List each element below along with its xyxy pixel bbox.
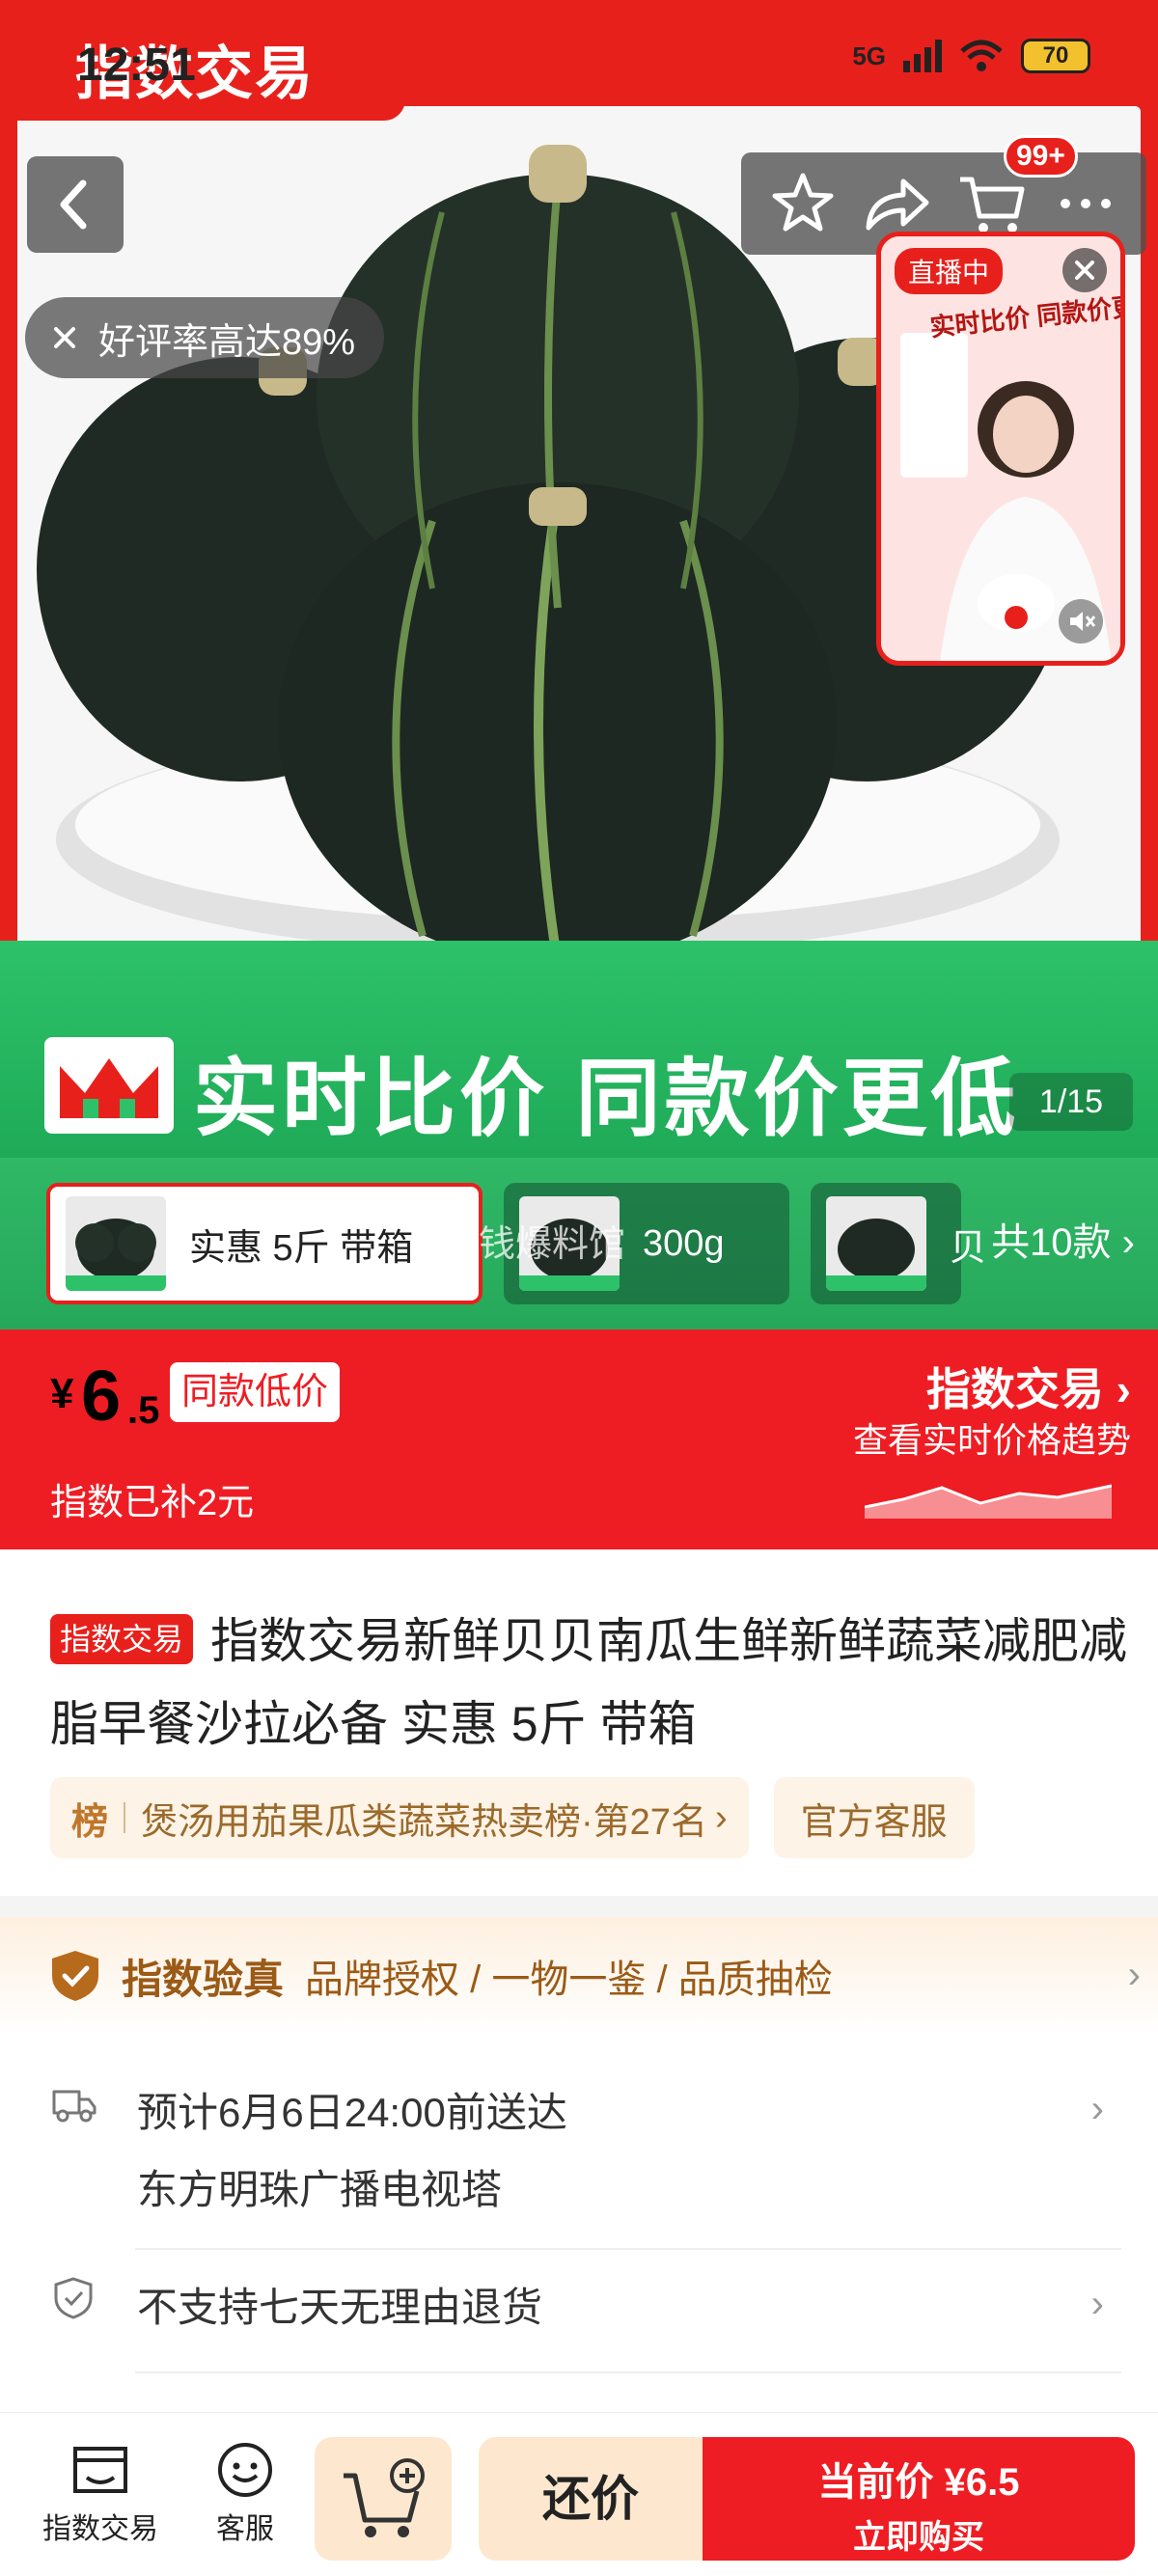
chevron-right-icon: › xyxy=(1090,2283,1104,2325)
back-button[interactable] xyxy=(27,156,124,253)
add-to-cart-button[interactable] xyxy=(315,2437,452,2561)
sku-label: 300g xyxy=(643,1222,725,1264)
section-divider xyxy=(0,1896,1158,1917)
returns-row[interactable]: 不支持七天无理由退货 › xyxy=(50,2269,1121,2346)
delivery-address: 东方明珠广播电视塔 xyxy=(137,2167,503,2212)
cart-count-badge: 99+ xyxy=(1004,135,1078,178)
review-rate-text: 好评率高达89% xyxy=(98,321,356,363)
sku-label: 贝 xyxy=(950,1227,987,1269)
sku-more-label: 共10款 xyxy=(991,1221,1112,1264)
status-icons: 5G 70 xyxy=(852,39,1090,73)
status-time: 12:51 xyxy=(77,40,196,91)
cart-icon[interactable] xyxy=(956,170,1028,237)
network-label: 5G xyxy=(852,41,886,70)
price-currency: ¥ xyxy=(50,1370,74,1417)
price-decimal: .5 xyxy=(127,1389,160,1432)
product-title: 指数交易 指数交易新鲜贝贝南瓜生鲜新鲜蔬菜减肥减脂早餐沙拉必备 实惠 5斤 带箱 xyxy=(50,1600,1131,1766)
authenticity-row[interactable]: 指数验真 品牌授权 / 一物一鉴 / 品质抽检 › xyxy=(0,1917,1158,2035)
live-stream-card[interactable]: 直播中 实时比价 同款价更低 xyxy=(876,232,1125,666)
chat-face-icon xyxy=(218,2443,272,2497)
product-tags-row: 榜 煲汤用茄果瓜类蔬菜热卖榜·第27名 › 官方客服 xyxy=(50,1777,975,1858)
sku-thumbnail xyxy=(66,1196,166,1291)
sku-thumbnail xyxy=(826,1196,926,1291)
authenticity-title: 指数验真 xyxy=(122,1956,285,2002)
live-tag: 直播中 xyxy=(895,248,1004,294)
star-favorite-icon[interactable] xyxy=(769,170,837,237)
price-trend-subtitle: 查看实时价格趋势 xyxy=(852,1420,1131,1460)
store-icon xyxy=(73,2447,127,2493)
share-icon[interactable] xyxy=(861,170,932,237)
review-rate-pill[interactable]: 好评率高达89% xyxy=(25,297,385,378)
delivery-row[interactable]: 预计6月6日24:00前送达 东方明珠广播电视塔 › xyxy=(50,2074,1121,2229)
current-price-label: 当前价 ¥6.5 xyxy=(817,2461,1020,2504)
chevron-right-icon: › xyxy=(1090,2088,1104,2130)
close-icon[interactable] xyxy=(50,323,79,352)
same-style-low-price-badge: 同款低价 xyxy=(170,1362,341,1422)
rank-text: 煲汤用茄果瓜类蔬菜热卖榜·第27名 xyxy=(141,1801,707,1843)
ranking-tag[interactable]: 榜 煲汤用茄果瓜类蔬菜热卖榜·第27名 › xyxy=(50,1777,749,1858)
speaker-muted-icon xyxy=(1070,612,1096,631)
rank-divider xyxy=(124,1802,126,1833)
price-integer: 6 xyxy=(81,1356,122,1436)
close-icon xyxy=(1075,260,1094,280)
battery-indicator: 70 xyxy=(1021,39,1090,73)
delivery-truck-icon xyxy=(52,2090,96,2123)
service-label: 客服 xyxy=(216,2513,274,2545)
price-trend-sparkline-icon xyxy=(865,1484,1112,1519)
customer-service-button[interactable]: 客服 xyxy=(178,2441,313,2547)
buy-now-button[interactable]: 当前价 ¥6.5 立即购买 xyxy=(703,2437,1135,2561)
add-cart-icon xyxy=(344,2458,425,2537)
title-badge: 指数交易 xyxy=(50,1614,194,1664)
authenticity-desc: 品牌授权 / 一物一鉴 / 品质抽检 xyxy=(305,1959,833,2001)
official-service-label: 官方客服 xyxy=(800,1801,948,1843)
official-service-tag[interactable]: 官方客服 xyxy=(773,1777,975,1858)
trend-title-label: 指数交易 xyxy=(925,1364,1104,1414)
signal-icon xyxy=(903,40,942,72)
subsidy-text: 指数已补2元 xyxy=(50,1483,255,1523)
store-button[interactable]: 指数交易 xyxy=(33,2441,168,2547)
bargain-button[interactable]: 还价 xyxy=(479,2437,703,2561)
bargain-label: 还价 xyxy=(542,2472,639,2526)
store-label: 指数交易 xyxy=(42,2513,158,2545)
chevron-right-icon: › xyxy=(714,1796,728,1838)
mute-button[interactable] xyxy=(1059,599,1103,644)
wifi-icon xyxy=(960,40,1003,71)
chevron-right-icon: › xyxy=(1127,1954,1141,1996)
gallery-page-indicator: 1/15 xyxy=(1009,1073,1133,1131)
buy-now-label: 立即购买 xyxy=(853,2519,984,2556)
sku-overlay-text: 省钱爆料馆 xyxy=(442,1224,626,1265)
sku-more-link[interactable]: 共10款 › xyxy=(991,1211,1135,1267)
price-trend-link[interactable]: 指数交易 › xyxy=(926,1355,1131,1418)
more-icon[interactable] xyxy=(1052,170,1119,237)
row-divider xyxy=(135,2371,1121,2373)
brand-tab: 指数交易 xyxy=(0,0,405,121)
banner-headline: 实时比价 同款价更低 xyxy=(193,1051,1020,1146)
returns-text: 不支持七天无理由退货 xyxy=(137,2285,543,2330)
chevron-left-icon xyxy=(60,179,87,230)
live-close-button[interactable] xyxy=(1062,248,1107,292)
shield-check-icon xyxy=(52,1951,98,2001)
sku-label: 实惠 5斤 带箱 xyxy=(189,1227,414,1269)
rank-prefix: 榜 xyxy=(71,1801,109,1843)
shield-outline-icon xyxy=(54,2277,93,2319)
index-trade-logo-icon xyxy=(44,1037,174,1134)
delivery-eta: 预计6月6日24:00前送达 xyxy=(137,2090,567,2135)
row-divider xyxy=(135,2248,1121,2250)
sku-option-selected[interactable]: 实惠 5斤 带箱 xyxy=(46,1183,482,1304)
sku-option[interactable]: 贝 xyxy=(811,1183,986,1304)
product-page: 指数交易 12:51 5G 70 99+ 好评率高达89% 直播中 实时比价 同… xyxy=(0,0,1158,2576)
product-title-text: 指数交易新鲜贝贝南瓜生鲜新鲜蔬菜减肥减脂早餐沙拉必备 实惠 5斤 带箱 xyxy=(50,1614,1128,1751)
